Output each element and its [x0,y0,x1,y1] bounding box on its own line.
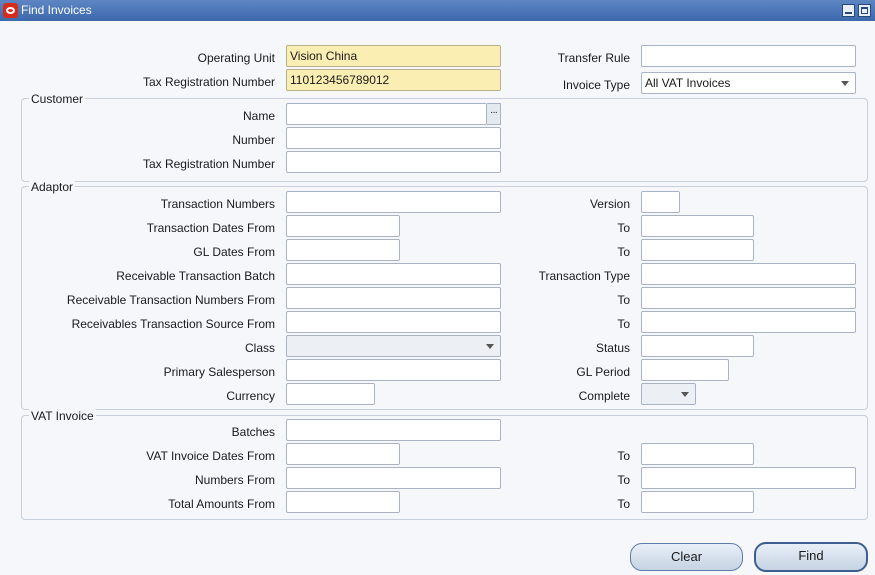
status-label: Status [595,341,630,355]
numbers-from-label: Numbers From [194,473,275,487]
batches-field[interactable] [286,419,501,441]
numbers-to-field[interactable] [641,467,856,489]
transaction-dates-from-field[interactable] [286,215,400,237]
receivable-transaction-numbers-from-field[interactable] [286,287,501,309]
vat-invoice-dates-to-label: To [617,449,630,463]
vat-invoice-group-title: VAT Invoice [29,409,96,423]
receivable-transaction-batch-field[interactable] [286,263,501,285]
customer-number-label: Number [232,133,275,147]
transaction-dates-to-field[interactable] [641,215,754,237]
numbers-from-field[interactable] [286,467,501,489]
transfer-rule-field[interactable] [641,45,856,67]
ellipsis-icon[interactable]: ··· [487,103,501,125]
primary-salesperson-label: Primary Salesperson [163,365,275,379]
clear-button[interactable]: Clear [630,543,743,571]
transaction-numbers-field[interactable] [286,191,501,213]
customer-tax-registration-field[interactable] [286,151,501,173]
numbers-to-label: To [617,473,630,487]
tax-registration-number-label: Tax Registration Number [142,75,275,89]
gl-dates-from-field[interactable] [286,239,400,261]
invoice-type-select[interactable]: All VAT Invoices [641,72,856,94]
gl-period-field[interactable] [641,359,729,381]
receivable-transaction-numbers-to-field[interactable] [641,287,856,309]
complete-select[interactable] [641,383,696,405]
version-field[interactable] [641,191,680,213]
oracle-icon [3,3,18,18]
title-bar: Find Invoices [0,0,875,21]
version-label: Version [589,197,630,211]
currency-label: Currency [226,389,275,403]
class-select[interactable] [286,335,501,357]
customer-group-title: Customer [29,92,86,106]
gl-dates-to-field[interactable] [641,239,754,261]
customer-number-field[interactable] [286,127,501,149]
receivables-transaction-source-from-label: Receivables Transaction Source From [71,317,275,331]
primary-salesperson-field[interactable] [286,359,501,381]
gl-period-label: GL Period [576,365,630,379]
class-label: Class [244,341,275,355]
transaction-type-field[interactable] [641,263,856,285]
customer-tax-registration-label: Tax Registration Number [142,157,275,171]
receivables-transaction-source-from-field[interactable] [286,311,501,333]
receivables-transaction-source-to-label: To [617,317,630,331]
total-amounts-from-label: Total Amounts From [168,497,275,511]
adaptor-group-title: Adaptor [29,180,76,194]
batches-label: Batches [231,425,275,439]
currency-field[interactable] [286,383,375,405]
transaction-dates-to-label: To [617,221,630,235]
receivables-transaction-source-to-field[interactable] [641,311,856,333]
operating-unit-field[interactable]: Vision China [286,45,501,67]
vat-invoice-dates-from-label: VAT Invoice Dates From [146,449,275,463]
receivable-transaction-numbers-from-label: Receivable Transaction Numbers From [66,293,275,307]
operating-unit-label: Operating Unit [197,51,275,65]
invoice-type-label: Invoice Type [562,78,630,92]
vat-invoice-dates-to-field[interactable] [641,443,754,465]
maximize-icon[interactable] [858,4,871,17]
transaction-type-label: Transaction Type [538,269,630,283]
total-amounts-from-field[interactable] [286,491,400,513]
customer-name-label: Name [242,109,275,123]
window-title: Find Invoices [21,3,92,17]
transaction-numbers-label: Transaction Numbers [160,197,275,211]
receivable-transaction-batch-label: Receivable Transaction Batch [116,269,275,283]
total-amounts-to-label: To [617,497,630,511]
status-field[interactable] [641,335,754,357]
complete-label: Complete [578,389,630,403]
gl-dates-from-label: GL Dates From [193,245,275,259]
receivable-transaction-numbers-to-label: To [617,293,630,307]
minimize-icon[interactable] [842,4,855,17]
transaction-dates-from-label: Transaction Dates From [146,221,275,235]
vat-invoice-dates-from-field[interactable] [286,443,400,465]
customer-name-field[interactable] [286,103,487,125]
tax-registration-number-field[interactable]: 110123456789012 [286,69,501,91]
transfer-rule-label: Transfer Rule [557,51,630,65]
gl-dates-to-label: To [617,245,630,259]
total-amounts-to-field[interactable] [641,491,754,513]
find-button[interactable]: Find [754,542,868,572]
